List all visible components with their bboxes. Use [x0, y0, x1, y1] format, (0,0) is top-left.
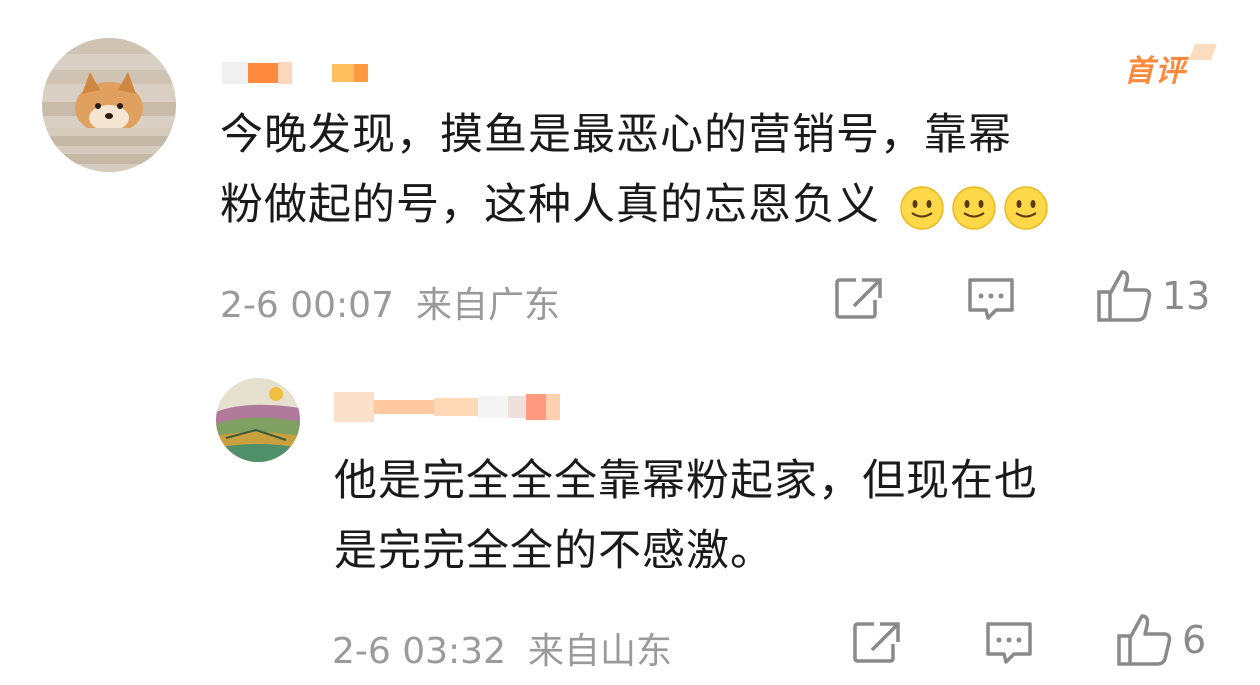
- comment-text-line: 粉做起的号，这种人真的忘恩负义: [220, 180, 880, 230]
- like-count: 13: [1162, 274, 1211, 318]
- thumbs-up-icon: [1097, 270, 1152, 322]
- comment-text-line: 今晚发现，摸鱼是最恶心的营销号，靠幂: [220, 110, 1012, 160]
- avatar[interactable]: [216, 378, 300, 462]
- smile-emoji-icon: [1003, 185, 1048, 230]
- comment-text-line: 他是完全全全靠幂粉起家，但现在也: [334, 456, 1038, 506]
- comment-text-line: 是完完全全的不感激。: [334, 526, 774, 576]
- comment-text: 今晚发现，摸鱼是最恶心的营销号，靠幂 粉做起的号，这种人真的忘恩负义: [220, 100, 1049, 240]
- comment-item: 首评 今晚发现，摸鱼是最恶心的营销号，靠幂 粉做起的号，这种人真的忘恩负义 2-…: [0, 0, 1260, 340]
- share-button[interactable]: [852, 620, 902, 664]
- username[interactable]: [334, 392, 560, 422]
- comment-time: 2-6 00:07: [220, 285, 394, 326]
- like-count: 6: [1182, 618, 1207, 662]
- share-button[interactable]: [834, 276, 884, 320]
- comment-location: 来自山东: [528, 631, 673, 672]
- smile-emoji-icon: [951, 185, 996, 230]
- thumbs-up-icon: [1117, 614, 1172, 666]
- share-icon: [853, 622, 900, 663]
- like-button[interactable]: 6: [1116, 612, 1206, 668]
- comment-text-line-wrap: 粉做起的号，这种人真的忘恩负义: [220, 170, 1049, 240]
- like-button[interactable]: 13: [1096, 268, 1210, 324]
- emoji-group: [899, 185, 1049, 231]
- comment-meta: 2-6 03:32 来自山东: [332, 622, 672, 674]
- comment-icon: [968, 278, 1014, 320]
- comment-meta: 2-6 00:07 来自广东: [220, 276, 560, 328]
- comment-icon: [986, 622, 1032, 664]
- reply-button[interactable]: [966, 276, 1016, 324]
- first-comment-badge: 首评: [1124, 54, 1186, 89]
- share-icon: [835, 278, 882, 319]
- username[interactable]: [222, 62, 368, 84]
- comment-time: 2-6 03:32: [332, 631, 506, 672]
- comment-location: 来自广东: [416, 285, 561, 326]
- avatar[interactable]: [42, 38, 176, 172]
- reply-button[interactable]: [984, 620, 1034, 668]
- smile-emoji-icon: [899, 185, 944, 230]
- reply-item: 他是完全全全靠幂粉起家，但现在也 是完完全全的不感激。 2-6 03:32 来自山…: [0, 340, 1260, 685]
- badge-decoration: [1189, 44, 1217, 60]
- comment-text: 他是完全全全靠幂粉起家，但现在也 是完完全全的不感激。: [334, 446, 1038, 586]
